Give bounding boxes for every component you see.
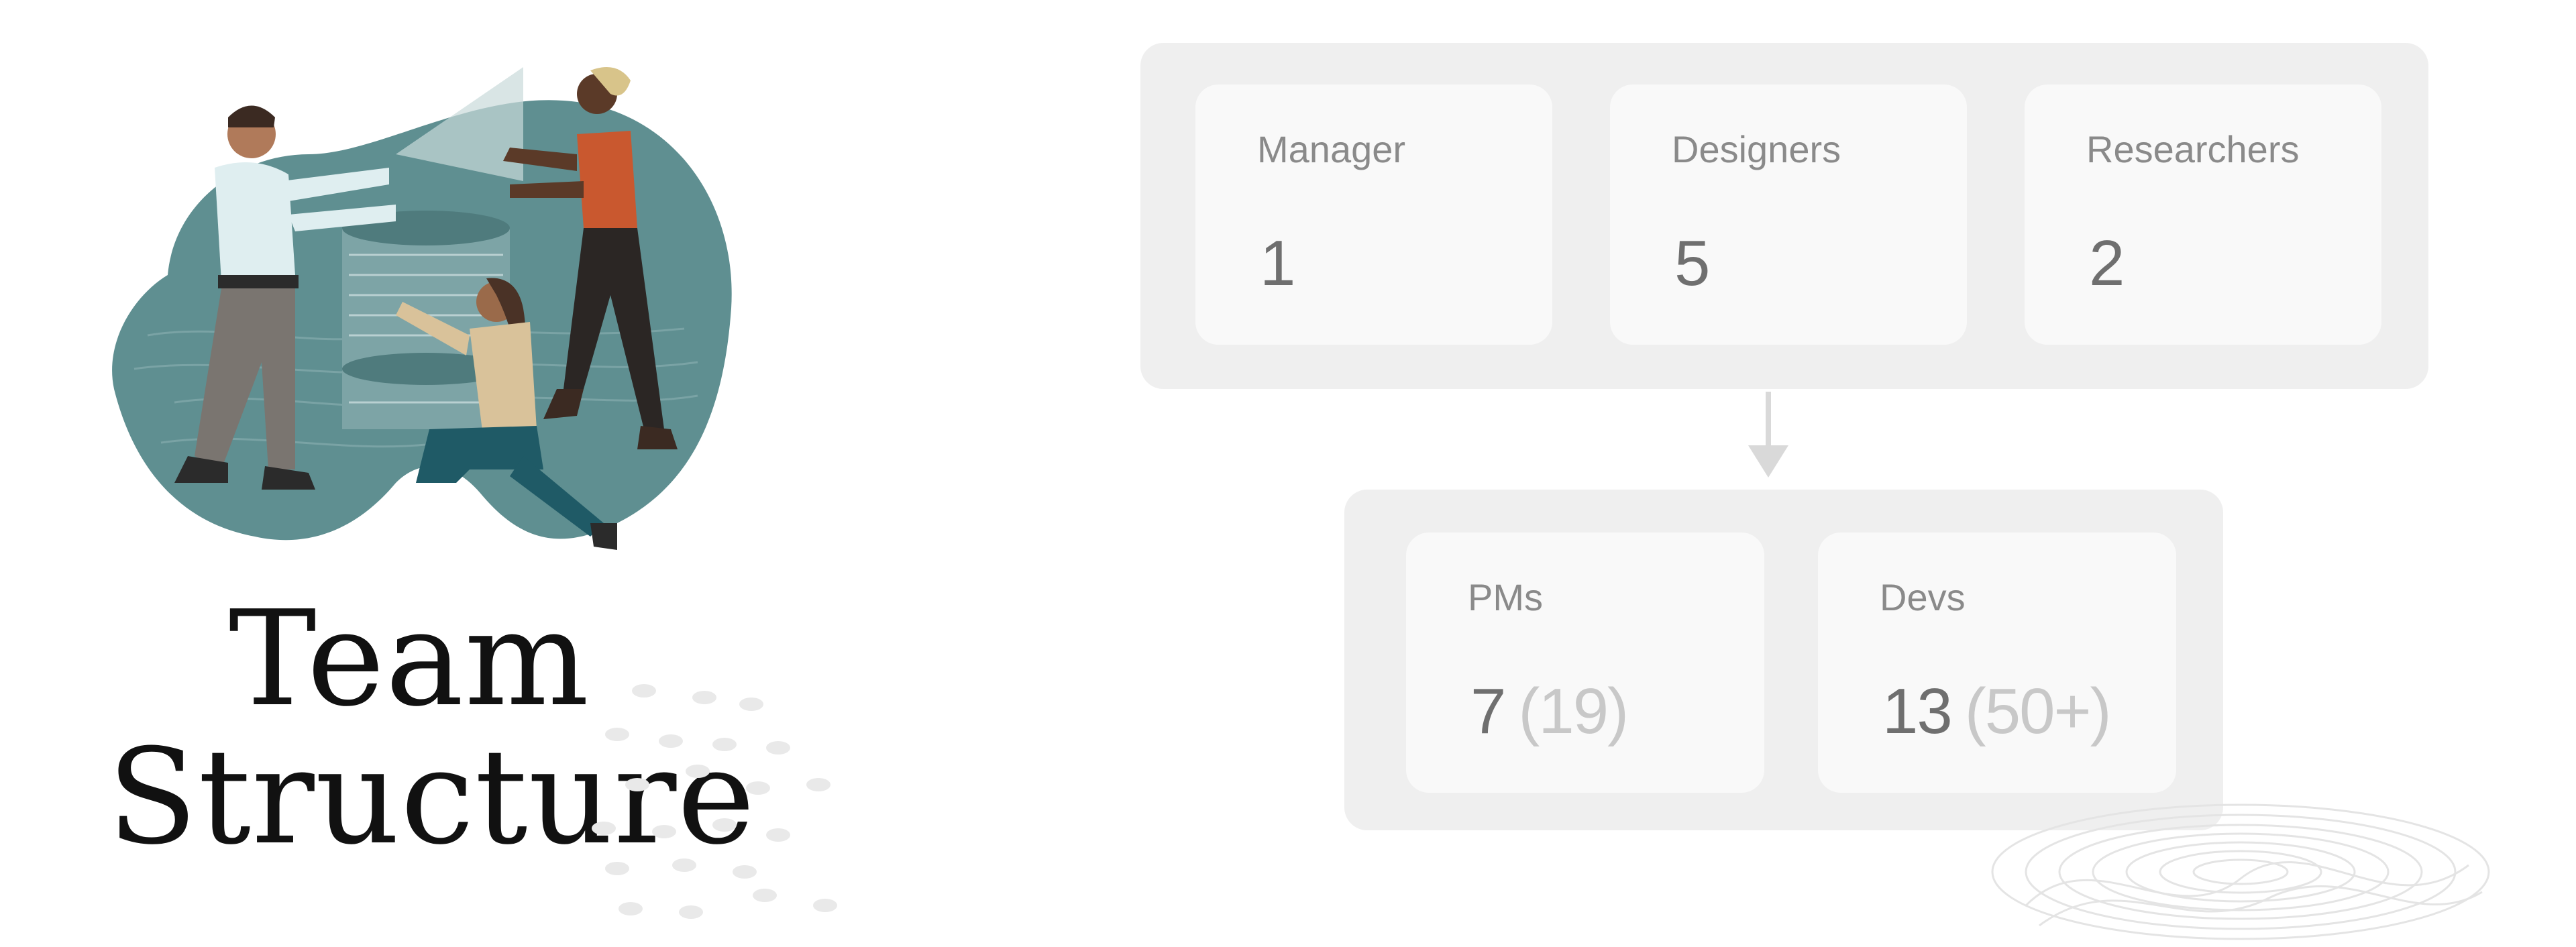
team-illustration — [112, 67, 732, 550]
card-label: Manager — [1257, 128, 1406, 170]
card-value-extra: (50+) — [1964, 675, 2112, 747]
card-pms: PMs 7 (19) — [1406, 533, 1764, 793]
card-value: 2 — [2089, 227, 2125, 300]
down-arrow-icon — [1748, 392, 1788, 478]
card-value: 7 (19) — [1470, 675, 1629, 748]
card-label: Researchers — [2086, 128, 2300, 170]
card-researchers: Researchers 2 — [2025, 85, 2381, 345]
card-value-number: 2 — [2089, 227, 2125, 299]
card-value: 1 — [1260, 227, 1295, 300]
card-designers: Designers 5 — [1610, 85, 1967, 345]
card-value-number: 1 — [1260, 227, 1295, 299]
card-manager: Manager 1 — [1195, 85, 1552, 345]
card-label: Devs — [1880, 576, 1966, 618]
card-value-number: 13 — [1882, 675, 1953, 747]
card-label: Designers — [1672, 128, 1841, 170]
card-value: 5 — [1674, 227, 1710, 300]
card-value-extra: (19) — [1518, 675, 1629, 747]
card-label: PMs — [1468, 576, 1543, 618]
decorative-dots — [592, 684, 837, 919]
card-value-number: 5 — [1674, 227, 1710, 299]
card-devs: Devs 13 (50+) — [1818, 533, 2176, 793]
fingerprint-decoration — [1991, 803, 2490, 940]
card-value-number: 7 — [1470, 675, 1506, 747]
card-value: 13 (50+) — [1882, 675, 2112, 748]
